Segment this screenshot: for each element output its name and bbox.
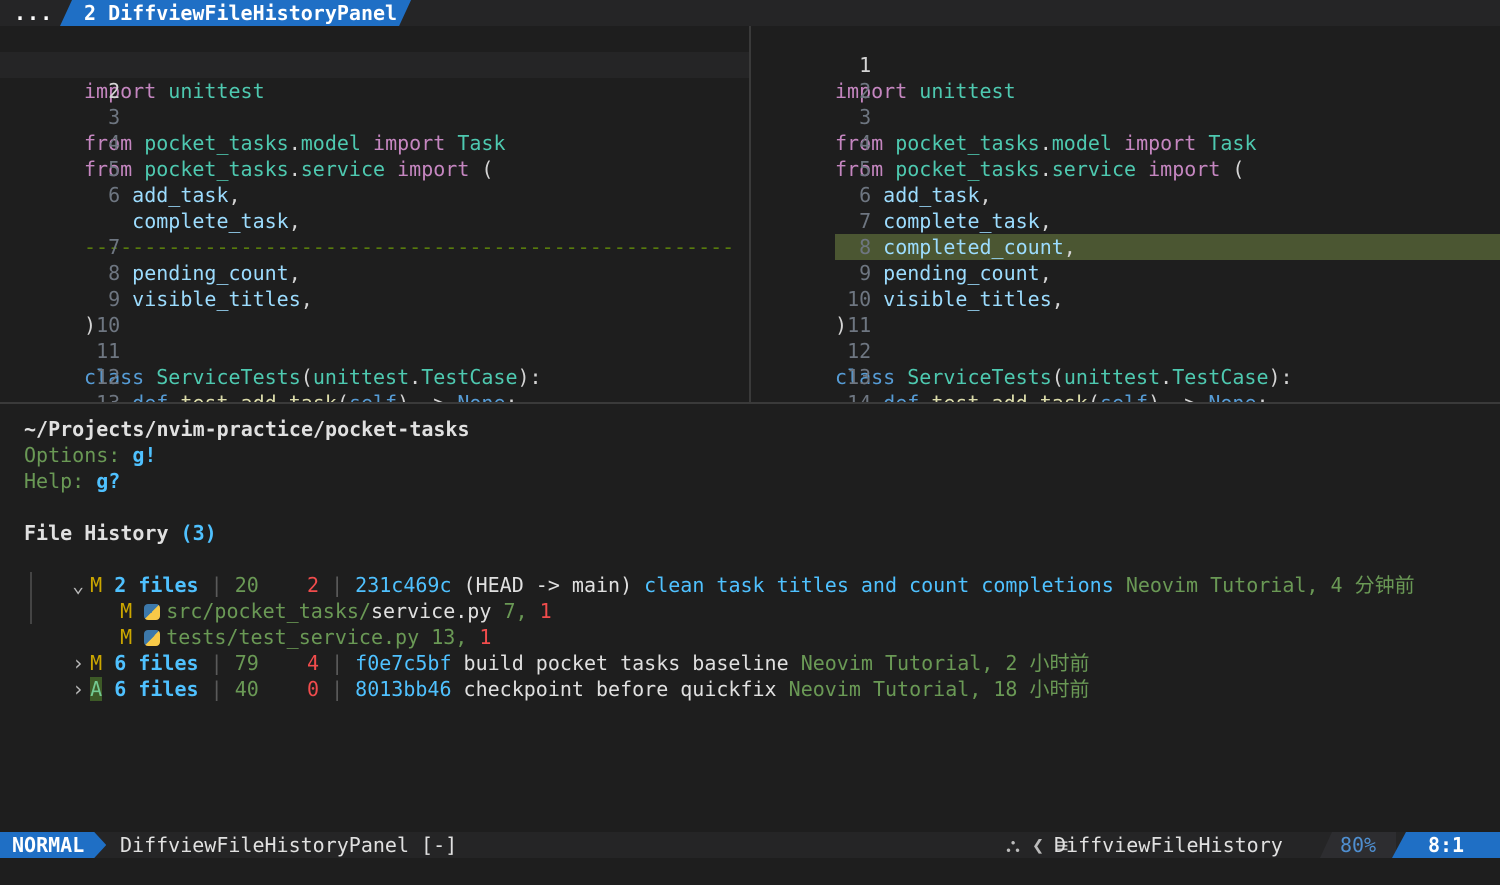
options-label: Options:: [24, 443, 121, 467]
commit-time: 18 小时前: [993, 677, 1090, 701]
status-progress: 80%: [1320, 832, 1396, 858]
code-line: 5 add_task,: [0, 130, 749, 207]
code-line: 9 ): [0, 260, 749, 337]
code-line: 10 ): [751, 260, 1500, 337]
diff-pane-left[interactable]: 1 import unittest 2 3 from pocket_tasks.…: [0, 26, 749, 402]
options-key[interactable]: g!: [132, 443, 156, 467]
diff-pane-right[interactable]: 1 import unittest 2 3 from pocket_tasks.…: [751, 26, 1500, 402]
command-line[interactable]: [0, 858, 1500, 885]
chevron-right-icon[interactable]: ›: [72, 676, 90, 702]
code-line: 11: [751, 286, 1500, 337]
code-line: 8 pending_count,: [751, 208, 1500, 285]
code-line: 4 from pocket_tasks.service import (: [751, 104, 1500, 181]
repo-path: ~/Projects/nvim-practice/pocket-tasks: [24, 417, 470, 441]
commit-subject: checkpoint before quickfix: [463, 677, 777, 701]
line-number: 14: [799, 390, 871, 402]
help-label: Help:: [24, 469, 85, 493]
code-line: 6 complete_task,: [751, 156, 1500, 233]
code-line: 8 visible_titles,: [0, 234, 749, 311]
tab-overflow-indicator[interactable]: ...: [14, 1, 53, 25]
status-filetype: DiffviewFileHistory: [1054, 833, 1283, 857]
code-line: 12 class ServiceTests(unittest.TestCase)…: [751, 312, 1500, 389]
code-line: 5 add_task,: [751, 130, 1500, 207]
code-line-changed: 14 tasks = add_task([], " learn nvim "): [751, 364, 1500, 402]
code-line: 13 def test_add_task(self) -> None:: [751, 338, 1500, 402]
status-location: 8:1: [1392, 832, 1500, 858]
code-line: 12 def test_add_task(self) -> None:: [0, 338, 749, 402]
code-line: 3 from pocket_tasks.model import Task: [751, 78, 1500, 155]
code-line: 6 complete_task,: [0, 156, 749, 233]
code-line: 3 from pocket_tasks.model import Task: [0, 78, 749, 155]
commit-entry[interactable]: › M 6 files | 79 4 | f0e7c5bf build pocke…: [24, 624, 1089, 675]
code-line: 4 from pocket_tasks.service import (: [0, 104, 749, 181]
lines-added: 40: [234, 677, 259, 701]
commit-entry[interactable]: ⌄ M 2 files | 20 2 | 231c469c (HEAD -> ma…: [24, 546, 1414, 597]
file-count: 6 files: [114, 677, 199, 701]
code-line-changed: 13 tasks = add_task([], "learn nvim"): [0, 364, 749, 402]
help-row: Help: g?: [24, 468, 120, 494]
commit-subject: clean task titles and count completions: [644, 573, 1114, 597]
options-row: Options: g!: [24, 442, 156, 468]
status-line: NORMAL DiffviewFileHistoryPanel [-] ⛬ ❮ …: [0, 832, 1500, 858]
commit-time: 4 分钟前: [1330, 573, 1415, 597]
code-line-current: 2: [0, 52, 749, 103]
commit-hash: 8013bb46: [355, 677, 452, 701]
file-history-panel[interactable]: ~/Projects/nvim-practice/pocket-tasks Op…: [0, 404, 1500, 832]
lines-removed: 1: [539, 599, 552, 623]
code-line: 9 visible_titles,: [751, 234, 1500, 311]
file-history-title: File History: [24, 521, 169, 545]
file-entry[interactable]: M src/pocket_tasks/service.py 7, 1: [72, 572, 551, 623]
status-filename: DiffviewFileHistoryPanel [-]: [120, 833, 458, 857]
lines-removed: 0: [306, 677, 320, 701]
line-number: 13: [48, 390, 120, 402]
lines-added: 7,: [503, 599, 528, 623]
mode-indicator: NORMAL: [0, 832, 106, 858]
file-entry[interactable]: M tests/test_service.py 13, 1: [72, 598, 491, 649]
help-key[interactable]: g?: [96, 469, 120, 493]
code-line: 1 import unittest: [0, 26, 749, 103]
code-line: 10: [0, 286, 749, 337]
code-line: 7 pending_count,: [0, 208, 749, 285]
code-line: 11 class ServiceTests(unittest.TestCase)…: [0, 312, 749, 389]
commit-author: Neovim Tutorial,: [788, 677, 982, 701]
tab-diffview-file-history-panel[interactable]: 2 DiffviewFileHistoryPanel: [60, 0, 411, 26]
code-line-added: 7 completed_count,: [751, 182, 1500, 260]
tab-line: ... 2 DiffviewFileHistoryPanel: [0, 0, 1500, 26]
status-badge: A: [90, 677, 103, 701]
diff-filler-line: ----------------------------------------…: [0, 182, 749, 259]
commit-author: Neovim Tutorial,: [1125, 573, 1319, 597]
commit-entry[interactable]: › A 6 files | 40 0 | 8013bb46 checkpoint …: [24, 650, 1089, 701]
code-line: 1 import unittest: [751, 26, 1500, 103]
file-history-count: (3): [180, 521, 217, 545]
tree-guide: [30, 572, 32, 624]
code-line: 2: [751, 52, 1500, 103]
file-history-header: File History (3): [24, 520, 217, 546]
